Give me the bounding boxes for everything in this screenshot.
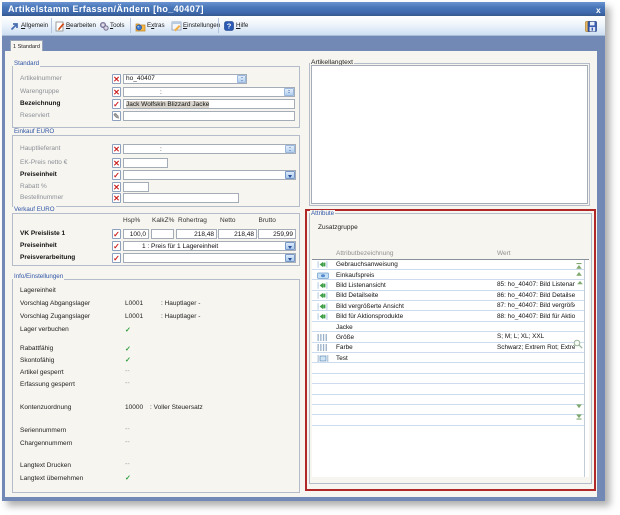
svg-text:?: ? (227, 22, 232, 31)
